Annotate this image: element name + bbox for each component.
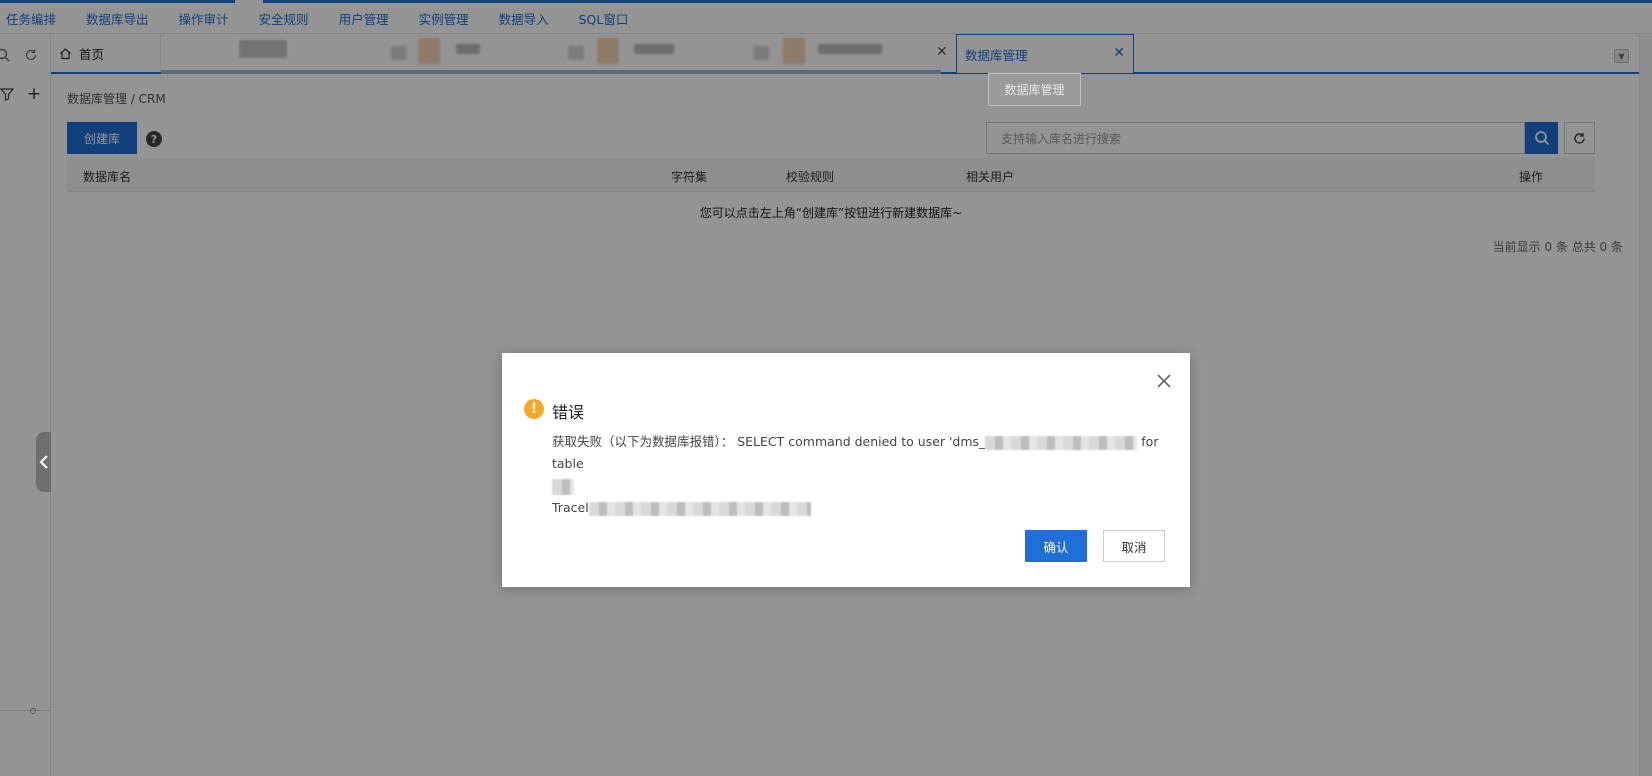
trace-label: TraceI <box>552 500 589 515</box>
warning-icon: ! <box>524 399 544 419</box>
chevron-left-icon <box>39 455 48 469</box>
tab-tooltip: 数据库管理 <box>988 73 1081 106</box>
dialog-title: 错误 <box>552 403 585 422</box>
error-dialog: ! 错误 获取失败（以下为数据库报错）： SELECT command deni… <box>502 353 1190 587</box>
sidebar-collapse-handle[interactable] <box>36 432 51 492</box>
error-message-text: 获取失败（以下为数据库报错）： SELECT command denied to… <box>552 434 986 449</box>
cancel-button[interactable]: 取消 <box>1103 530 1165 562</box>
confirm-button[interactable]: 确认 <box>1025 530 1087 562</box>
error-message: 获取失败（以下为数据库报错）： SELECT command denied to… <box>552 431 1162 519</box>
redacted-trace-id <box>588 501 811 516</box>
redacted-text <box>552 478 574 495</box>
close-icon[interactable] <box>1154 371 1174 391</box>
redacted-text <box>985 435 1138 450</box>
